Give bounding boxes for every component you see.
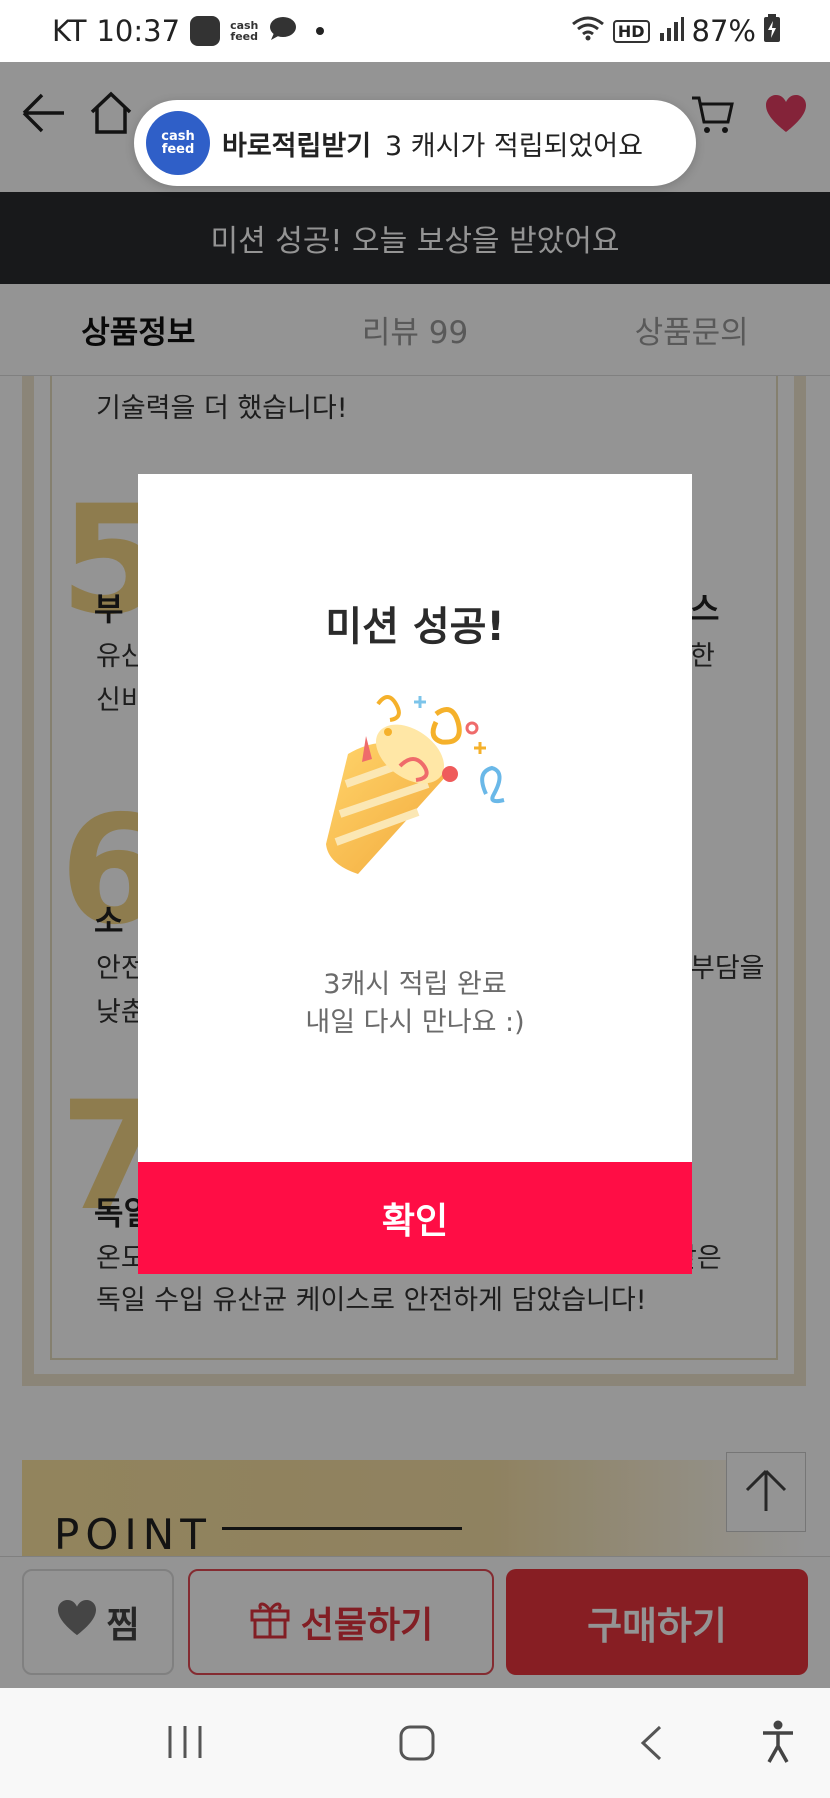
system-navigation-bar — [0, 1688, 830, 1798]
dialog-message-line1: 3캐시 적립 완료 — [323, 969, 507, 1000]
back-button-icon[interactable] — [638, 1724, 664, 1766]
toast-title: 바로적립받기 — [222, 130, 372, 162]
cashfeed-toast[interactable]: cash feed 바로적립받기 3 캐시가 적립되었어요 — [134, 100, 696, 186]
clock: 10:37 — [96, 14, 181, 48]
party-popper-icon — [318, 684, 538, 884]
battery-percent: 87% — [691, 14, 756, 48]
battery-charging-icon — [764, 13, 780, 49]
app-notification-icon — [190, 16, 221, 46]
status-bar: KT 10:37 cash feed HD 87% — [0, 0, 830, 62]
mission-success-dialog: 미션 성공! 3캐시 적립 완료 내일 다시 만나요 :) 확인 — [138, 474, 692, 1274]
more-notifications-dot — [316, 27, 325, 35]
dialog-message: 3캐시 적립 완료 내일 다시 만나요 :) — [138, 966, 692, 1042]
confirm-button[interactable]: 확인 — [138, 1162, 692, 1274]
chat-notification-icon — [268, 14, 298, 48]
cashfeed-notification-icon: cash feed — [230, 19, 259, 43]
carrier-label: KT — [52, 14, 87, 48]
dialog-message-line2: 내일 다시 만나요 :) — [305, 1007, 525, 1038]
cashfeed-logo-icon: cash feed — [146, 111, 210, 175]
home-button-icon[interactable] — [398, 1724, 436, 1766]
hd-badge: HD — [612, 19, 650, 43]
recent-apps-icon[interactable] — [166, 1724, 204, 1764]
dialog-title: 미션 성공! — [325, 604, 505, 650]
toast-message: 3 캐시가 적립되었어요 — [385, 130, 643, 162]
signal-icon — [658, 14, 684, 48]
wifi-icon — [571, 14, 605, 48]
accessibility-icon[interactable] — [760, 1720, 796, 1768]
